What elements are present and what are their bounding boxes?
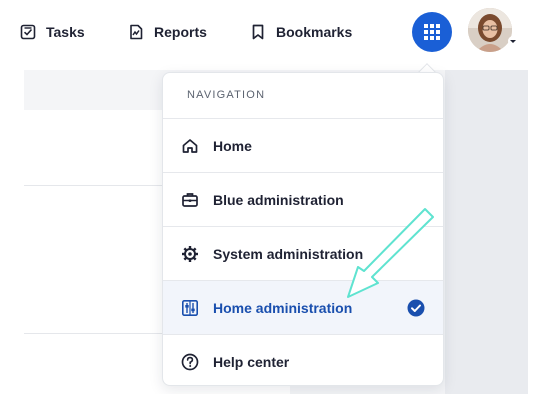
dropdown-header: NAVIGATION: [187, 89, 266, 101]
menu-item-blue-administration[interactable]: Blue administration: [163, 172, 443, 226]
menu-item-system-administration[interactable]: System administration: [163, 226, 443, 280]
question-icon: [181, 353, 199, 370]
right-panel: [445, 70, 528, 394]
menu-item-help-center[interactable]: Help center: [163, 334, 443, 385]
bookmark-icon: [252, 24, 264, 40]
divider: [24, 185, 164, 186]
menu-item-home[interactable]: Home: [163, 118, 443, 172]
menu-item-label: Help center: [213, 353, 290, 370]
checkmark-icon: [407, 299, 425, 316]
nav-bookmarks-label: Bookmarks: [276, 24, 353, 40]
briefcase-icon: [182, 192, 198, 207]
nav-reports-label: Reports: [154, 24, 207, 40]
app-launcher-button[interactable]: [412, 12, 452, 52]
menu-item-label: System administration: [213, 245, 364, 262]
nav-bookmarks[interactable]: Bookmarks: [250, 20, 352, 44]
nav-reports[interactable]: Reports: [128, 20, 207, 44]
top-navigation-bar: Tasks Reports Bookmarks: [0, 0, 540, 66]
grid-icon: [424, 24, 440, 40]
nav-tasks[interactable]: Tasks: [20, 20, 85, 44]
sliders-icon: [181, 299, 198, 316]
user-menu[interactable]: [468, 8, 520, 54]
home-icon: [182, 138, 198, 153]
divider: [24, 333, 164, 334]
chevron-down-icon: [508, 36, 518, 46]
tasks-icon: [20, 24, 36, 40]
nav-tasks-label: Tasks: [46, 24, 85, 40]
menu-item-label: Home: [213, 137, 252, 154]
reports-icon: [130, 24, 143, 40]
avatar: [468, 8, 512, 52]
menu-item-home-administration[interactable]: Home administration: [163, 280, 443, 334]
menu-item-label: Home administration: [213, 299, 353, 316]
gear-icon: [182, 245, 198, 262]
navigation-dropdown: NAVIGATION Home Blue administration Syst…: [162, 72, 444, 386]
menu-item-label: Blue administration: [213, 191, 344, 208]
